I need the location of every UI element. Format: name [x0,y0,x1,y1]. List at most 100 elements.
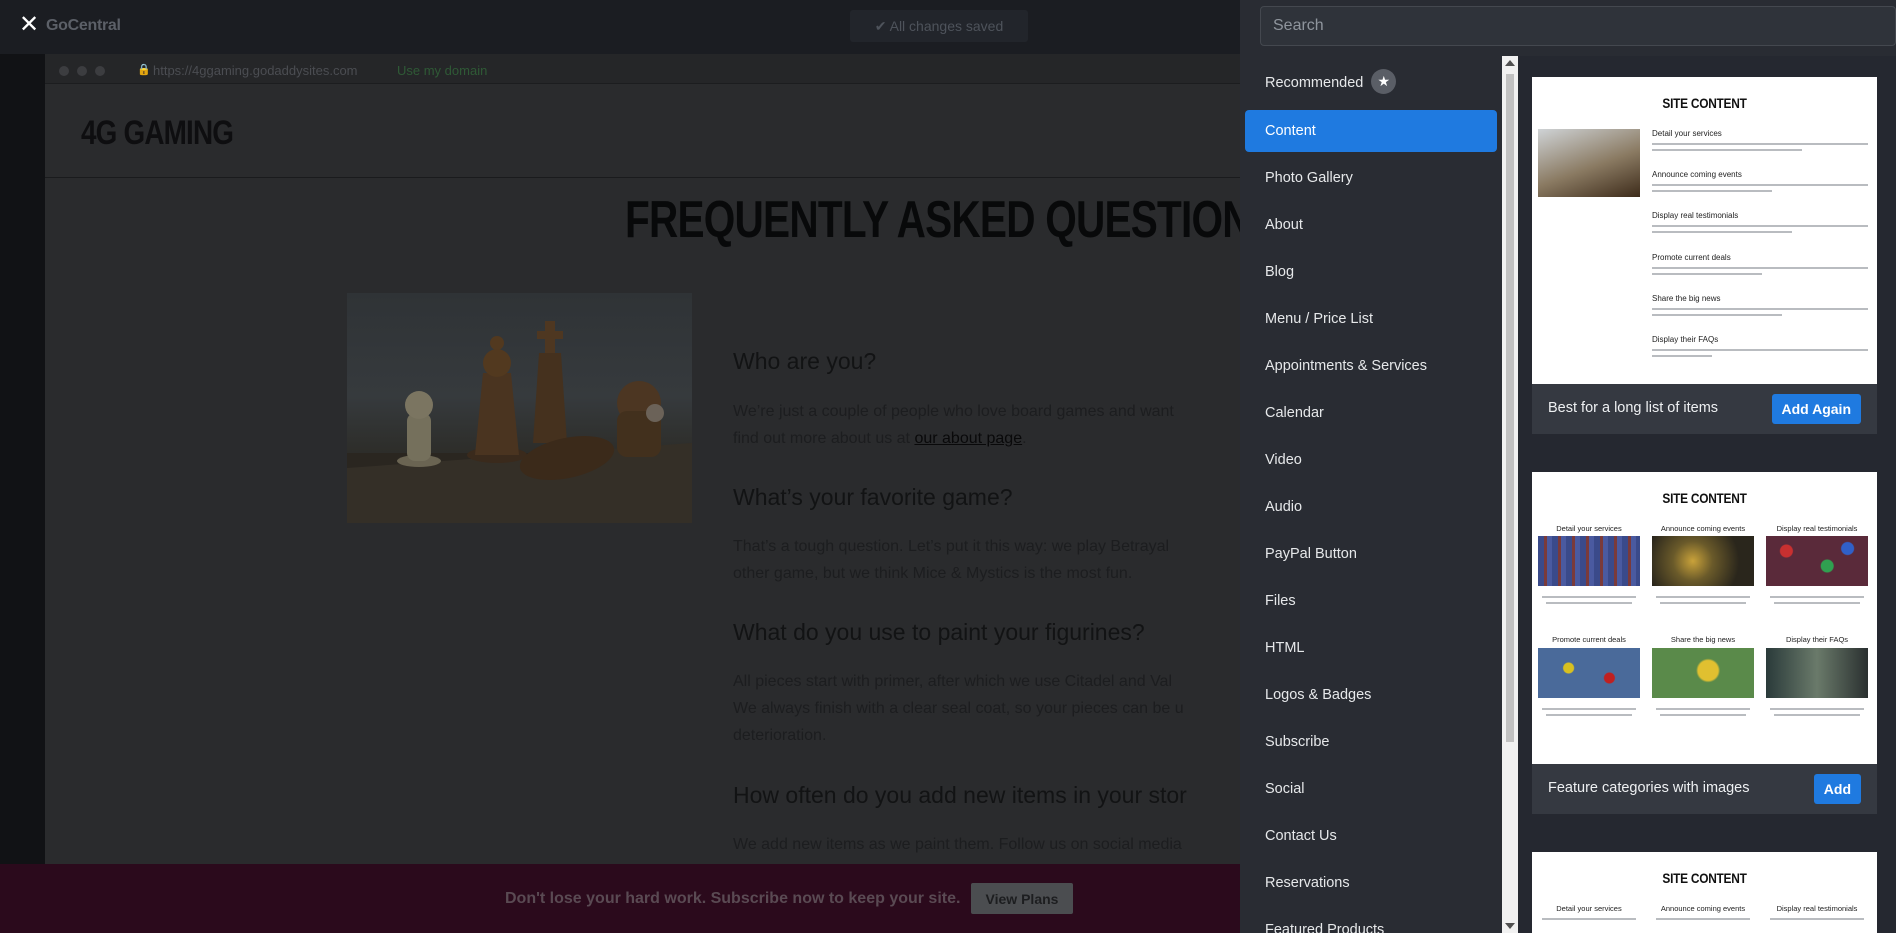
faq-question: How often do you add new items in your s… [733,782,1187,808]
faq-question: What’s your favorite game? [733,484,1013,510]
category-scrollbar[interactable] [1502,56,1518,933]
chess-pieces-illustration [347,321,692,523]
card-text-line [1660,602,1746,604]
use-my-domain-link[interactable]: Use my domain [397,63,487,78]
scroll-down-icon[interactable] [1505,923,1515,929]
chess-thumbnail [1538,129,1640,197]
chess-board-thumbnail [1766,648,1868,698]
add-again-button[interactable]: Add Again [1771,394,1861,424]
card-heading: Share the big news [1670,635,1736,644]
card-text-line [1770,596,1864,598]
section-cards: SITE CONTENT Detail your services Announ… [1518,56,1896,933]
section-card-grid[interactable]: SITE CONTENT Detail your services Announ… [1532,472,1877,764]
card-heading: Detail your services [1556,904,1622,913]
card-footer: Feature categories with images Add [1532,764,1877,814]
card-text-line [1546,602,1632,604]
faq-question: Who are you? [733,348,877,374]
category-reservations[interactable]: Reservations [1245,862,1497,904]
category-about[interactable]: About [1245,204,1497,246]
card-text-line [1652,355,1712,357]
faq-answer: We add new items as we paint them. Follo… [733,836,1182,853]
category-html[interactable]: HTML [1245,627,1497,669]
category-photo-gallery[interactable]: Photo Gallery [1245,157,1497,199]
card-text-line [1652,267,1868,269]
category-contact-us[interactable]: Contact Us [1245,815,1497,857]
category-blog[interactable]: Blog [1245,251,1497,293]
card-heading: Display their FAQs [1652,335,1719,344]
category-files[interactable]: Files [1245,580,1497,622]
about-page-link[interactable]: our about page [914,430,1022,447]
card-description: Feature categories with images [1548,780,1750,796]
card-heading: Display their FAQs [1785,635,1849,644]
faq-answer-text: . [1022,430,1027,447]
site-url: https://4ggaming.godaddysites.com [153,63,358,78]
card-title: SITE CONTENT [1662,95,1747,111]
faq-answer: deterioration. [733,727,827,744]
faq-answer-text: find out more about us at [733,430,915,447]
card-heading: Detail your services [1652,129,1722,138]
card-text-line [1656,918,1750,920]
faq-answer: find out more about us at our about page… [733,425,1027,452]
card-text-line [1652,143,1868,145]
faq-answer: other game, but we think Mice & Mystics … [733,565,1133,582]
card-text-line [1542,918,1636,920]
card-heading: Announce coming events [1660,524,1746,533]
view-plans-button[interactable]: View Plans [971,883,1073,914]
card-text-line [1770,918,1864,920]
card-text-line [1546,714,1632,716]
category-featured-products[interactable]: Featured Products [1245,909,1497,933]
search-input[interactable] [1260,6,1896,46]
board-game-thumbnail [1538,648,1640,698]
card-text-line [1774,602,1860,604]
card-text-line [1652,190,1772,192]
subscribe-banner: Don't lose your hard work. Subscribe now… [0,864,1240,933]
card-text-line [1656,596,1750,598]
card-text-line [1652,231,1792,233]
card-heading: Promote current deals [1652,253,1731,262]
lock-icon: 🔒 [137,64,151,76]
card-text-line [1774,714,1860,716]
save-status-label: All changes saved [889,18,1004,34]
section-card-list[interactable]: SITE CONTENT Detail your services Announ… [1532,77,1877,384]
category-social[interactable]: Social [1245,768,1497,810]
category-subscribe[interactable]: Subscribe [1245,721,1497,763]
card-title: SITE CONTENT [1662,870,1747,886]
category-content[interactable]: Content [1245,110,1497,152]
category-logos-badges[interactable]: Logos & Badges [1245,674,1497,716]
card-heading: Display real testimonials [1776,524,1858,533]
card-text-line [1542,596,1636,598]
site-title: 4G GAMING [81,114,234,152]
faq-answer: All pieces start with primer, after whic… [733,673,1173,690]
category-label: Recommended [1265,75,1364,91]
card-text-line [1542,708,1636,710]
category-list: Recommended ★ Content Photo Gallery About… [1240,60,1502,933]
dice-thumbnail [1766,536,1868,586]
category-audio[interactable]: Audio [1245,486,1497,528]
card-text-line [1652,349,1868,351]
window-dot [77,66,87,76]
figurine-thumbnail [1652,648,1754,698]
category-calendar[interactable]: Calendar [1245,392,1497,434]
card-heading: Detail your services [1556,524,1622,533]
chess-image [347,293,692,523]
subscribe-banner-text: Don't lose your hard work. Subscribe now… [505,890,961,907]
category-video[interactable]: Video [1245,439,1497,481]
card-footer: Best for a long list of items Add Again [1532,384,1877,434]
category-paypal-button[interactable]: PayPal Button [1245,533,1497,575]
category-recommended[interactable]: Recommended ★ [1245,62,1497,104]
game-shelf-thumbnail [1538,536,1640,586]
check-icon: ✔ [874,18,887,34]
card-title: SITE CONTENT [1662,490,1747,506]
scroll-up-icon[interactable] [1505,60,1515,66]
section-card-grid-2[interactable]: SITE CONTENT Detail your services Announ… [1532,852,1877,933]
close-icon[interactable]: ✕ [18,13,40,37]
card-description: Best for a long list of items [1548,400,1719,416]
scroll-thumb[interactable] [1506,74,1514,742]
category-appointments-services[interactable]: Appointments & Services [1245,345,1497,387]
card-heading: Announce coming events [1660,904,1746,913]
card-text-line [1652,149,1802,151]
faq-answer: We always finish with a clear seal coat,… [733,700,1184,717]
browser-chrome: 🔒 https://4ggaming.godaddysites.com Use … [45,54,1240,84]
category-menu-price-list[interactable]: Menu / Price List [1245,298,1497,340]
add-button[interactable]: Add [1813,774,1861,804]
